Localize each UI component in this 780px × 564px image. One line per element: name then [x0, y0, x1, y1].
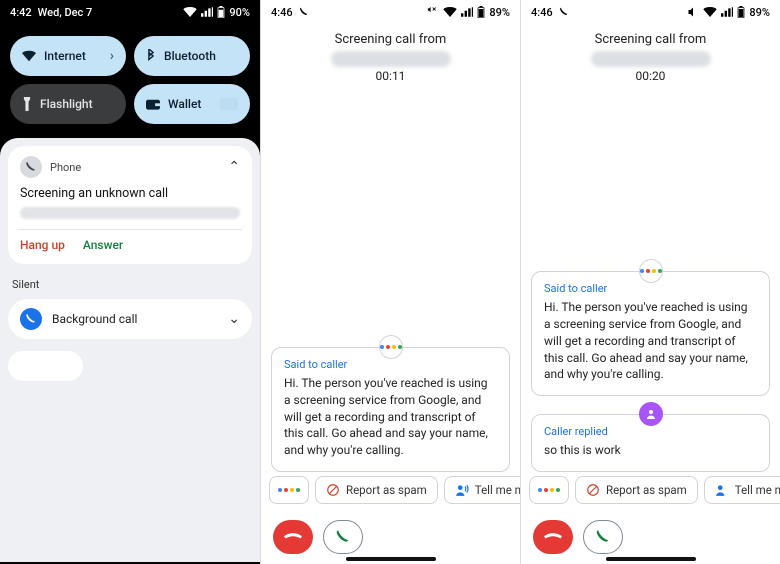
bubble-text: Hi. The person you've reached is using a… — [284, 375, 497, 459]
battery-icon — [217, 6, 225, 18]
bubble-label: Said to caller — [284, 358, 497, 371]
chevron-up-icon[interactable]: ⌃ — [228, 159, 240, 175]
report-spam-chip[interactable]: Report as spam — [575, 476, 698, 504]
caller-avatar-icon — [639, 402, 663, 426]
answer-call-button[interactable] — [583, 520, 623, 554]
signal-icon — [721, 7, 733, 17]
phone-icon — [20, 308, 42, 330]
call-screen-pane-2: 4:46 89% Screening call from 00:20 Said … — [520, 0, 780, 564]
call-timer: 00:11 — [271, 69, 510, 83]
call-screen-pane-1: 4:46 89% Screening call from 00:11 Said … — [260, 0, 520, 564]
quick-tiles: Internet › Bluetooth Flashlight Wallet — [0, 24, 260, 138]
battery-icon — [477, 6, 485, 18]
status-battery: 90% — [229, 6, 250, 19]
wifi-icon — [22, 50, 36, 62]
wifi-icon — [703, 7, 717, 17]
phone-icon — [559, 7, 569, 17]
tile-internet[interactable]: Internet › — [10, 36, 126, 76]
redacted-number — [331, 51, 451, 67]
tile-label: Bluetooth — [164, 49, 216, 63]
bubble-text: so this is work — [544, 442, 757, 459]
said-to-caller-bubble: Said to caller Hi. The person you've rea… — [531, 271, 770, 396]
status-bar: 4:42 Wed, Dec 7 90% — [0, 0, 260, 24]
tile-flashlight[interactable]: Flashlight — [10, 84, 126, 124]
tell-me-more-chip[interactable]: Tell me more — [704, 476, 780, 504]
mute-icon — [427, 6, 439, 18]
gesture-nav-bar[interactable] — [606, 557, 696, 561]
person-voice-icon — [715, 483, 729, 497]
answer-button[interactable]: Answer — [83, 238, 123, 252]
tell-me-more-chip[interactable]: Tell me more — [444, 476, 520, 504]
assistant-chip[interactable] — [529, 476, 569, 504]
wallet-icon — [146, 98, 160, 110]
tile-bluetooth[interactable]: Bluetooth — [134, 36, 250, 76]
notification-card[interactable]: Phone ⌃ Screening an unknown call Hang u… — [8, 146, 252, 264]
screening-title: Screening call from — [271, 32, 510, 47]
screening-title: Screening call from — [531, 32, 770, 47]
wifi-icon — [183, 7, 197, 17]
gesture-nav-bar[interactable] — [346, 557, 436, 561]
report-spam-chip[interactable]: Report as spam — [315, 476, 438, 504]
suggestion-chip-bar: Report as spam Tell me more Wh — [261, 468, 520, 512]
assistant-avatar-icon — [639, 259, 663, 283]
chip-label: Report as spam — [606, 483, 687, 497]
wifi-icon — [443, 7, 457, 17]
call-timer: 00:20 — [531, 69, 770, 83]
said-to-caller-bubble: Said to caller Hi. The person you've rea… — [271, 347, 510, 472]
flashlight-icon — [22, 97, 32, 111]
wallet-card-icon — [220, 98, 238, 110]
status-date: Wed, Dec 7 — [38, 6, 93, 19]
chevron-right-icon: › — [110, 48, 114, 64]
person-voice-icon — [455, 483, 469, 497]
tile-label: Internet — [44, 49, 86, 63]
background-call-label: Background call — [52, 312, 137, 326]
status-bar: 4:46 89% — [521, 0, 780, 24]
tile-label: Flashlight — [40, 97, 93, 111]
tile-label: Wallet — [168, 97, 201, 111]
background-call-row[interactable]: Background call ⌄ — [8, 299, 252, 339]
assistant-chip[interactable] — [269, 476, 309, 504]
bubble-text: Hi. The person you've reached is using a… — [544, 299, 757, 383]
bubble-label: Caller replied — [544, 425, 757, 438]
chevron-down-icon: ⌄ — [228, 311, 240, 327]
status-time: 4:42 — [10, 6, 32, 19]
hang-up-button[interactable]: Hang up — [20, 238, 65, 252]
mute-icon — [687, 6, 699, 18]
redacted-number — [591, 51, 711, 67]
status-bar: 4:46 89% — [261, 0, 520, 24]
assistant-avatar-icon — [379, 335, 403, 359]
tile-wallet[interactable]: Wallet — [134, 84, 250, 124]
redacted-number — [20, 207, 240, 219]
end-call-button[interactable] — [533, 520, 573, 554]
bubble-label: Said to caller — [544, 282, 757, 295]
spam-icon — [586, 483, 600, 497]
spam-icon — [326, 483, 340, 497]
shade-body: Phone ⌃ Screening an unknown call Hang u… — [0, 138, 260, 562]
status-battery: 89% — [749, 6, 770, 19]
signal-icon — [201, 7, 213, 17]
status-time: 4:46 — [531, 6, 553, 19]
phone-icon — [299, 7, 309, 17]
notification-shade: 4:42 Wed, Dec 7 90% Internet › Bluetooth — [0, 0, 260, 564]
notification-title: Screening an unknown call — [20, 186, 240, 201]
end-call-button[interactable] — [273, 520, 313, 554]
status-battery: 89% — [489, 6, 510, 19]
chip-label: Report as spam — [346, 483, 427, 497]
suggestion-chip-bar: Report as spam Tell me more Wh — [521, 468, 780, 512]
section-silent: Silent — [12, 278, 248, 291]
manage-button[interactable]: Manage — [8, 351, 83, 381]
answer-call-button[interactable] — [323, 520, 363, 554]
app-name: Phone — [50, 161, 220, 174]
battery-icon — [737, 6, 745, 18]
signal-icon — [461, 7, 473, 17]
chip-label: Tell me more — [475, 483, 520, 497]
chip-label: Tell me more — [735, 483, 780, 497]
bluetooth-icon — [146, 49, 156, 63]
phone-app-icon — [20, 156, 42, 178]
status-time: 4:46 — [271, 6, 293, 19]
